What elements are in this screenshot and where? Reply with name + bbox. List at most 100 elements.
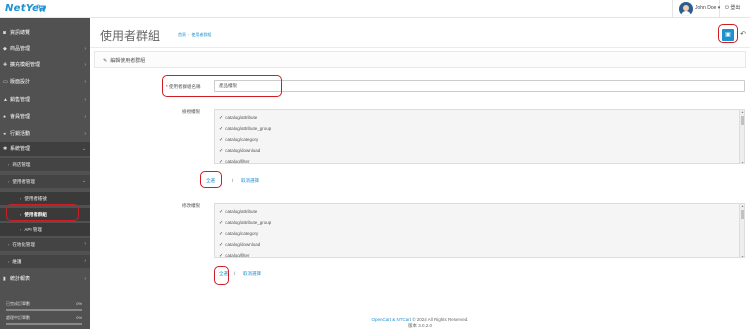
chevron-right-icon: › bbox=[84, 62, 86, 68]
breadcrumb-separator: › bbox=[188, 32, 190, 37]
bullet-icon: › bbox=[8, 242, 10, 247]
chevron-right-icon: › bbox=[84, 79, 86, 85]
checkbox-checked-icon[interactable]: ✓ bbox=[219, 115, 223, 121]
group-name-input[interactable] bbox=[214, 80, 745, 92]
permission-item[interactable]: ✓ catalog/attribute bbox=[219, 115, 257, 121]
sidebar-item-label: 擴充模組管理 bbox=[10, 62, 41, 68]
sidebar-subitem-users[interactable]: › 使用者管理 ⌄ bbox=[0, 175, 90, 188]
checkbox-checked-icon[interactable]: ✓ bbox=[219, 231, 223, 237]
highlight-group-name bbox=[162, 75, 282, 97]
chevron-down-icon: ⌄ bbox=[81, 178, 86, 184]
stat-percent: 0% bbox=[76, 315, 82, 320]
highlight-access-select-all bbox=[200, 171, 222, 188]
scrollbar-thumb[interactable] bbox=[741, 210, 744, 219]
sidebar-item-design[interactable]: ▭ 版面設計 › bbox=[0, 75, 90, 89]
permission-item[interactable]: ✓ catalog/attribute_group bbox=[219, 126, 271, 132]
scrollbar[interactable]: ▲ ▼ bbox=[739, 204, 744, 257]
sidebar-subitem-label: 在地化管理 bbox=[12, 242, 35, 247]
breadcrumb-home[interactable]: 首頁 bbox=[178, 32, 186, 37]
chevron-right-icon: › bbox=[84, 97, 86, 103]
checkbox-checked-icon[interactable]: ✓ bbox=[219, 253, 223, 257]
back-button[interactable]: ↶ bbox=[737, 29, 749, 41]
scroll-up-icon[interactable]: ▲ bbox=[740, 204, 744, 208]
sidebar-item-sales[interactable]: ▲ 銷售管理 › bbox=[0, 93, 90, 107]
sidebar-item-label: 商品管理 bbox=[10, 46, 31, 52]
panel-title: ✎ 編輯使用者群組 bbox=[103, 57, 145, 64]
checkbox-checked-icon[interactable]: ✓ bbox=[219, 159, 223, 163]
avatar bbox=[679, 2, 693, 16]
bullet-icon: › bbox=[20, 227, 22, 232]
sidebar-item-dashboard[interactable]: ◙ 資訊總覽 bbox=[0, 26, 90, 40]
bullet-icon: › bbox=[8, 179, 10, 184]
footer-rights: © 2024 All Rights Reserved. bbox=[410, 317, 469, 322]
link-separator: / bbox=[232, 178, 234, 183]
checkbox-checked-icon[interactable]: ✓ bbox=[219, 137, 223, 143]
permission-item[interactable]: ✓ catalog/download bbox=[219, 148, 260, 154]
reply-icon: ↶ bbox=[740, 31, 746, 38]
sidebar-item-marketing[interactable]: ◂ 行銷活動 › bbox=[0, 127, 90, 141]
stat-processing-orders: 處理中訂單數 0% bbox=[4, 314, 86, 328]
sidebar-item-customers[interactable]: ● 會員管理 › bbox=[0, 110, 90, 124]
scroll-up-icon[interactable]: ▲ bbox=[740, 110, 744, 114]
sidebar-item-system[interactable]: ✱ 系統管理 ⌄ bbox=[0, 142, 90, 156]
page-header: 使用者群組 首頁 › 使用者群組 bbox=[90, 18, 750, 48]
permission-item[interactable]: ✓ catalog/filter bbox=[219, 253, 249, 257]
cart-icon: ▲ bbox=[3, 97, 8, 103]
puzzle-icon: ✚ bbox=[3, 62, 8, 68]
chevron-right-icon: › bbox=[84, 46, 86, 52]
stat-label: 處理中訂單數 bbox=[6, 315, 30, 320]
scroll-down-icon[interactable]: ▼ bbox=[740, 161, 744, 163]
permission-item[interactable]: ✓ catalog/category bbox=[219, 231, 258, 237]
sidebar-subitem-api[interactable]: › API 管理 bbox=[0, 223, 90, 236]
scrollbar-thumb[interactable] bbox=[741, 116, 744, 125]
scrollbar[interactable]: ▲ ▼ bbox=[739, 110, 744, 163]
checkbox-checked-icon[interactable]: ✓ bbox=[219, 126, 223, 132]
highlight-modify-select-all bbox=[214, 266, 229, 285]
sidebar-item-catalog[interactable]: ◆ 商品管理 › bbox=[0, 42, 90, 56]
sidebar-item-label: 銷售管理 bbox=[10, 97, 31, 103]
permission-item[interactable]: ✓ catalog/attribute bbox=[219, 209, 257, 215]
chevron-right-icon: › bbox=[84, 276, 86, 282]
permission-item[interactable]: ✓ catalog/filter bbox=[219, 159, 250, 164]
permission-label: catalog/attribute bbox=[225, 209, 258, 214]
sidebar-subitem-settings[interactable]: › 商店管理 bbox=[0, 158, 90, 171]
sidebar-item-label: 行銷活動 bbox=[10, 131, 31, 137]
permission-item[interactable]: ✓ catalog/attribute_group bbox=[219, 220, 271, 226]
top-header: NetYea John Doe ▾ ⏻ 登出 bbox=[0, 0, 750, 18]
sidebar-subitem-localisation[interactable]: › 在地化管理 › bbox=[0, 238, 90, 251]
checkbox-checked-icon[interactable]: ✓ bbox=[219, 209, 223, 215]
sidebar-item-extensions[interactable]: ✚ 擴充模組管理 › bbox=[0, 58, 90, 72]
breadcrumb-current[interactable]: 使用者群組 bbox=[191, 32, 211, 37]
permission-label: catalog/download bbox=[225, 148, 261, 153]
checkbox-checked-icon[interactable]: ✓ bbox=[219, 220, 223, 226]
user-name[interactable]: John Doe ▾ bbox=[695, 5, 720, 11]
modify-unselect-all-link[interactable]: 取消選擇 bbox=[243, 271, 261, 277]
permission-item[interactable]: ✓ catalog/download bbox=[219, 242, 260, 248]
user-icon: ● bbox=[3, 114, 7, 120]
scroll-down-icon[interactable]: ▼ bbox=[740, 255, 744, 257]
sidebar-subitem-label: 使用者帳號 bbox=[24, 196, 47, 201]
permission-label: catalog/attribute_group bbox=[225, 220, 272, 225]
logout-button[interactable]: ⏻ 登出 bbox=[725, 4, 740, 11]
logout-label: 登出 bbox=[730, 5, 741, 11]
checkbox-checked-icon[interactable]: ✓ bbox=[219, 242, 223, 248]
checkbox-checked-icon[interactable]: ✓ bbox=[219, 148, 223, 154]
access-permission-list[interactable]: ✓ catalog/attribute ✓ catalog/attribute_gr… bbox=[214, 109, 745, 164]
chevron-right-icon: › bbox=[84, 131, 86, 137]
modify-permission-list[interactable]: ✓ catalog/attribute ✓ catalog/attribute_gr… bbox=[214, 203, 745, 258]
user-menu[interactable]: John Doe ▾ bbox=[672, 0, 720, 18]
modify-permission-label: 修改權限 bbox=[182, 203, 200, 208]
share-icon: ◂ bbox=[3, 131, 6, 137]
access-unselect-all-link[interactable]: 取消選擇 bbox=[241, 178, 259, 184]
footer-version: 版本 3.0.2.0 bbox=[407, 323, 432, 328]
footer-link[interactable]: OpenCart & NTCart bbox=[371, 317, 411, 322]
sidebar-subitem-maintenance[interactable]: › 維護 › bbox=[0, 255, 90, 268]
panel-heading: ✎ 編輯使用者群組 bbox=[94, 51, 746, 68]
sidebar-item-reports[interactable]: ▮ 統計報表 › bbox=[0, 272, 90, 286]
permission-item[interactable]: ✓ catalog/category bbox=[219, 137, 258, 143]
gear-icon: ✱ bbox=[3, 146, 8, 152]
cart-logo-icon bbox=[37, 4, 46, 12]
sidebar-item-label: 版面設計 bbox=[10, 79, 31, 85]
permission-label: catalog/filter bbox=[225, 159, 250, 164]
pencil-icon: ✎ bbox=[103, 58, 108, 64]
